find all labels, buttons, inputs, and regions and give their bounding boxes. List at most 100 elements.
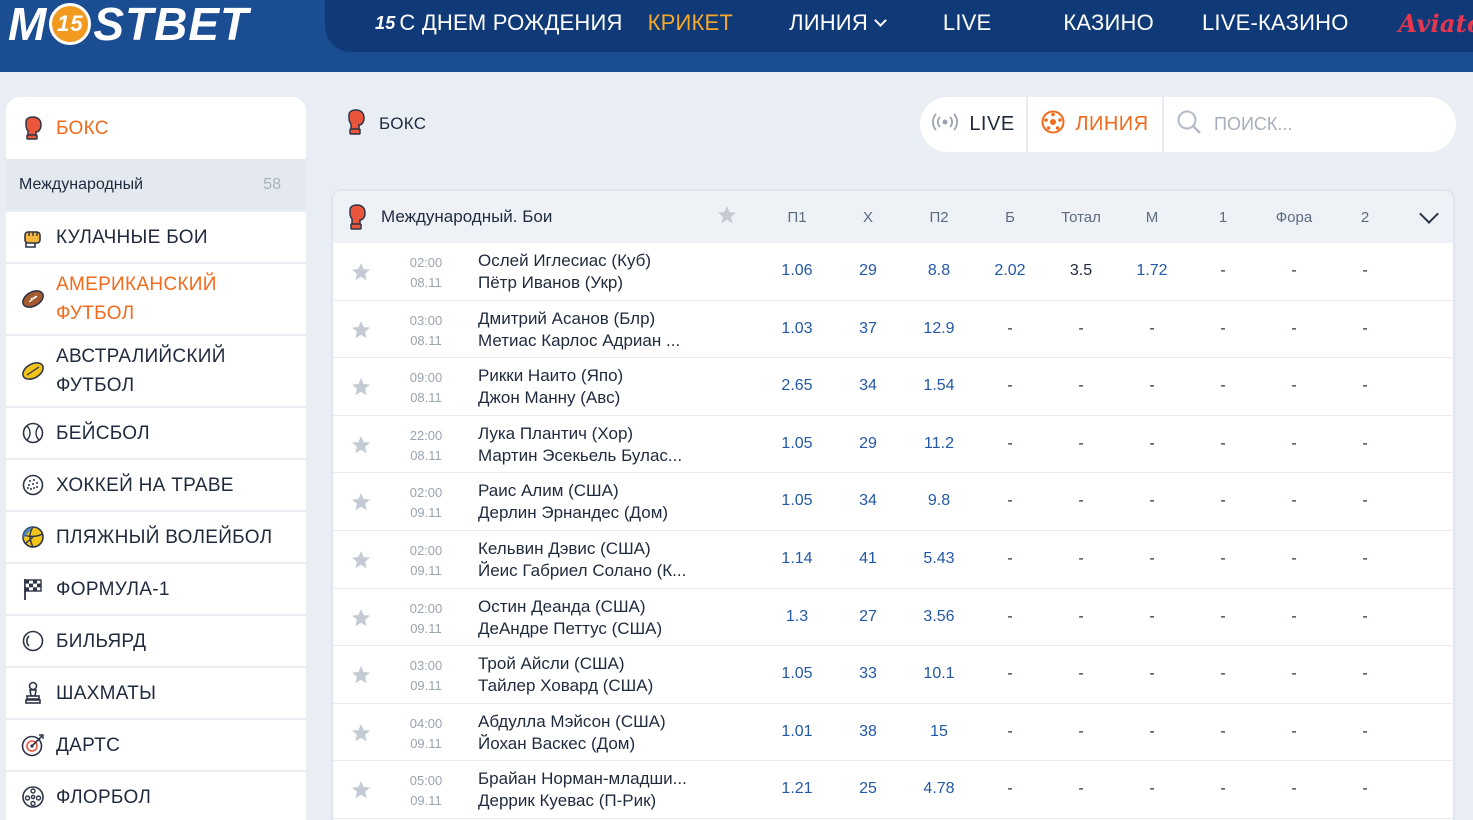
sidebar-item-field-hockey[interactable]: ХОККЕЙ НА ТРАВЕ bbox=[6, 460, 306, 512]
odd-p1[interactable]: 1.05 bbox=[767, 665, 827, 683]
favorite-star-icon[interactable] bbox=[351, 377, 371, 402]
event-participants[interactable]: Ослей Иглесиас (Куб) Пётр Иванов (Укр) bbox=[478, 250, 651, 294]
odd-p1[interactable]: 1.21 bbox=[767, 780, 827, 798]
odd-x[interactable]: 29 bbox=[838, 435, 898, 453]
sidebar-item-floorball[interactable]: ФЛОРБОЛ bbox=[6, 772, 306, 820]
event-participants[interactable]: Раис Алим (США) Дерлин Эрнандес (Дом) bbox=[478, 480, 668, 524]
nav-line[interactable]: ЛИНИЯ bbox=[789, 10, 887, 36]
favorite-star-icon[interactable] bbox=[351, 608, 371, 633]
odd-p2[interactable]: 12.9 bbox=[909, 320, 969, 338]
odd-p2[interactable]: 1.54 bbox=[909, 377, 969, 395]
favorite-star-icon[interactable] bbox=[351, 320, 371, 345]
sidebar-item-beach-volleyball[interactable]: ПЛЯЖНЫЙ ВОЛЕЙБОЛ bbox=[6, 512, 306, 564]
table-row[interactable]: 02:00 08.11 Ослей Иглесиас (Куб) Пётр Ивано… bbox=[333, 243, 1453, 301]
odd-p2[interactable]: 4.78 bbox=[909, 780, 969, 798]
odd-x[interactable]: 38 bbox=[838, 723, 898, 741]
table-row[interactable]: 02:00 09.11 Кельвин Дэвис (США) Йеис Габрие… bbox=[333, 531, 1453, 589]
nav-aviator[interactable]: Aviator bbox=[1399, 9, 1473, 38]
table-row[interactable]: 09:00 08.11 Рикки Наито (Япо) Джон Манну (А… bbox=[333, 358, 1453, 416]
nav-birthday[interactable]: 15 С ДНЕМ РОЖДЕНИЯ bbox=[375, 10, 623, 36]
event-participants[interactable]: Рикки Наито (Япо) Джон Манну (Авс) bbox=[478, 365, 623, 409]
nav-casino[interactable]: КАЗИНО bbox=[1063, 10, 1154, 36]
team-1-name: Брайан Норман-младши... bbox=[478, 769, 687, 789]
live-mode-button[interactable]: LIVE bbox=[920, 97, 1028, 152]
odd-p2[interactable]: 15 bbox=[909, 723, 969, 741]
collapse-chevron-icon[interactable] bbox=[1419, 204, 1439, 224]
sidebar-item-fist-fights[interactable]: КУЛАЧНЫЕ БОИ bbox=[6, 212, 306, 264]
odd-p1[interactable]: 1.06 bbox=[767, 262, 827, 280]
odd-p2[interactable]: 9.8 bbox=[909, 492, 969, 510]
table-row[interactable]: 04:00 09.11 Абдулла Мэйсон (США) Йохан Васк… bbox=[333, 704, 1453, 762]
table-row[interactable]: 02:00 09.11 Остин Деанда (США) ДеАндре Петт… bbox=[333, 589, 1453, 647]
odd-p1[interactable]: 2.65 bbox=[767, 377, 827, 395]
event-participants[interactable]: Дмитрий Асанов (Блр) Метиас Карлос Адриан… bbox=[478, 308, 680, 352]
odd-p2[interactable]: 11.2 bbox=[909, 435, 969, 453]
table-row[interactable]: 02:00 09.11 Раис Алим (США) Дерлин Эрнандес… bbox=[333, 473, 1453, 531]
odd-p2[interactable]: 3.56 bbox=[909, 608, 969, 626]
event-time: 02:00 bbox=[409, 600, 443, 616]
odd-x[interactable]: 27 bbox=[838, 608, 898, 626]
team-1-name: Кельвин Дэвис (США) bbox=[478, 538, 651, 558]
odd-x[interactable]: 34 bbox=[838, 492, 898, 510]
table-row[interactable]: 03:00 09.11 Трой Айсли (США) Тайлер Ховард … bbox=[333, 646, 1453, 704]
favorite-star-icon[interactable] bbox=[351, 723, 371, 748]
nav-live[interactable]: LIVE bbox=[943, 10, 992, 36]
odd-x[interactable]: 25 bbox=[838, 780, 898, 798]
league-title: Международный. Бои bbox=[381, 207, 553, 226]
event-datetime: 02:00 09.11 bbox=[401, 599, 451, 639]
odd-p1[interactable]: 1.14 bbox=[767, 550, 827, 568]
sidebar-item-american-football[interactable]: АМЕРИКАНСКИЙ ФУТБОЛ bbox=[6, 264, 306, 336]
sidebar-item-boxing[interactable]: БОКС bbox=[6, 97, 306, 159]
nav-cricket[interactable]: КРИКЕТ bbox=[648, 10, 733, 36]
event-participants[interactable]: Брайан Норман-младши... Деррик Куевас (П-… bbox=[478, 768, 687, 812]
team-2-name: Деррик Куевас (П-Рик) bbox=[478, 791, 657, 811]
odd-total: - bbox=[1078, 665, 1084, 683]
odd-p2[interactable]: 8.8 bbox=[909, 262, 969, 280]
fist-icon bbox=[20, 224, 46, 250]
sidebar-item-billiards[interactable]: БИЛЬЯРД bbox=[6, 616, 306, 668]
odd-x[interactable]: 33 bbox=[838, 665, 898, 683]
favorite-star-icon[interactable] bbox=[351, 492, 371, 517]
table-row[interactable]: 22:00 08.11 Лука Плантич (Хор) Мартин Эсекь… bbox=[333, 416, 1453, 474]
favorite-star-icon[interactable] bbox=[351, 550, 371, 575]
sidebar-item-baseball[interactable]: БЕЙСБОЛ bbox=[6, 408, 306, 460]
odd-p1[interactable]: 1.3 bbox=[767, 608, 827, 626]
odd-p2[interactable]: 5.43 bbox=[909, 550, 969, 568]
favorite-star-icon[interactable] bbox=[351, 780, 371, 805]
odd-p2[interactable]: 10.1 bbox=[909, 665, 969, 683]
event-participants[interactable]: Абдулла Мэйсон (США) Йохан Васкес (Дом) bbox=[478, 711, 666, 755]
odd-x[interactable]: 37 bbox=[838, 320, 898, 338]
odd-x[interactable]: 29 bbox=[838, 262, 898, 280]
sidebar-item-chess[interactable]: ШАХМАТЫ bbox=[6, 668, 306, 720]
sidebar-subitem-international[interactable]: Международный 58 bbox=[6, 159, 306, 212]
odd-over[interactable]: 2.02 bbox=[980, 262, 1040, 280]
nav-line-label: ЛИНИЯ bbox=[789, 10, 868, 35]
sidebar-item-darts[interactable]: ДАРТС bbox=[6, 720, 306, 772]
favorite-star-icon[interactable] bbox=[351, 262, 371, 287]
event-participants[interactable]: Лука Плантич (Хор) Мартин Эсекьель Булас.… bbox=[478, 423, 682, 467]
sidebar-item-formula-1[interactable]: ФОРМУЛА-1 bbox=[6, 564, 306, 616]
odd-under[interactable]: 1.72 bbox=[1122, 262, 1182, 280]
odd-total[interactable]: 3.5 bbox=[1051, 262, 1111, 280]
sidebar-item-australian-football[interactable]: АВСТРАЛИЙСКИЙ ФУТБОЛ bbox=[6, 336, 306, 408]
favorite-star-icon[interactable] bbox=[351, 665, 371, 690]
nav-live-casino[interactable]: LIVE-КАЗИНО bbox=[1202, 10, 1349, 36]
odd-x[interactable]: 34 bbox=[838, 377, 898, 395]
event-participants[interactable]: Трой Айсли (США) Тайлер Ховард (США) bbox=[478, 653, 653, 697]
table-row[interactable]: 05:00 09.11 Брайан Норман-младши... Деррик … bbox=[333, 761, 1453, 819]
event-participants[interactable]: Кельвин Дэвис (США) Йеис Габриел Солано (… bbox=[478, 538, 686, 582]
event-participants[interactable]: Остин Деанда (США) ДеАндре Петтус (США) bbox=[478, 596, 662, 640]
mostbet-logo[interactable]: M 15 STBET bbox=[8, 0, 249, 50]
table-row[interactable]: 03:00 08.11 Дмитрий Асанов (Блр) Метиас Кар… bbox=[333, 301, 1453, 359]
odd-p1[interactable]: 1.03 bbox=[767, 320, 827, 338]
sidebar-item-label: ХОККЕЙ НА ТРАВЕ bbox=[56, 474, 234, 496]
team-1-name: Ослей Иглесиас (Куб) bbox=[478, 251, 652, 270]
search-input[interactable] bbox=[1214, 114, 1434, 135]
line-mode-button[interactable]: ЛИНИЯ bbox=[1028, 97, 1164, 152]
odd-p1[interactable]: 1.05 bbox=[767, 435, 827, 453]
odd-x[interactable]: 41 bbox=[838, 550, 898, 568]
odd-p1[interactable]: 1.01 bbox=[767, 723, 827, 741]
favorite-star-icon[interactable] bbox=[717, 205, 737, 230]
odd-p1[interactable]: 1.05 bbox=[767, 492, 827, 510]
favorite-star-icon[interactable] bbox=[351, 435, 371, 460]
